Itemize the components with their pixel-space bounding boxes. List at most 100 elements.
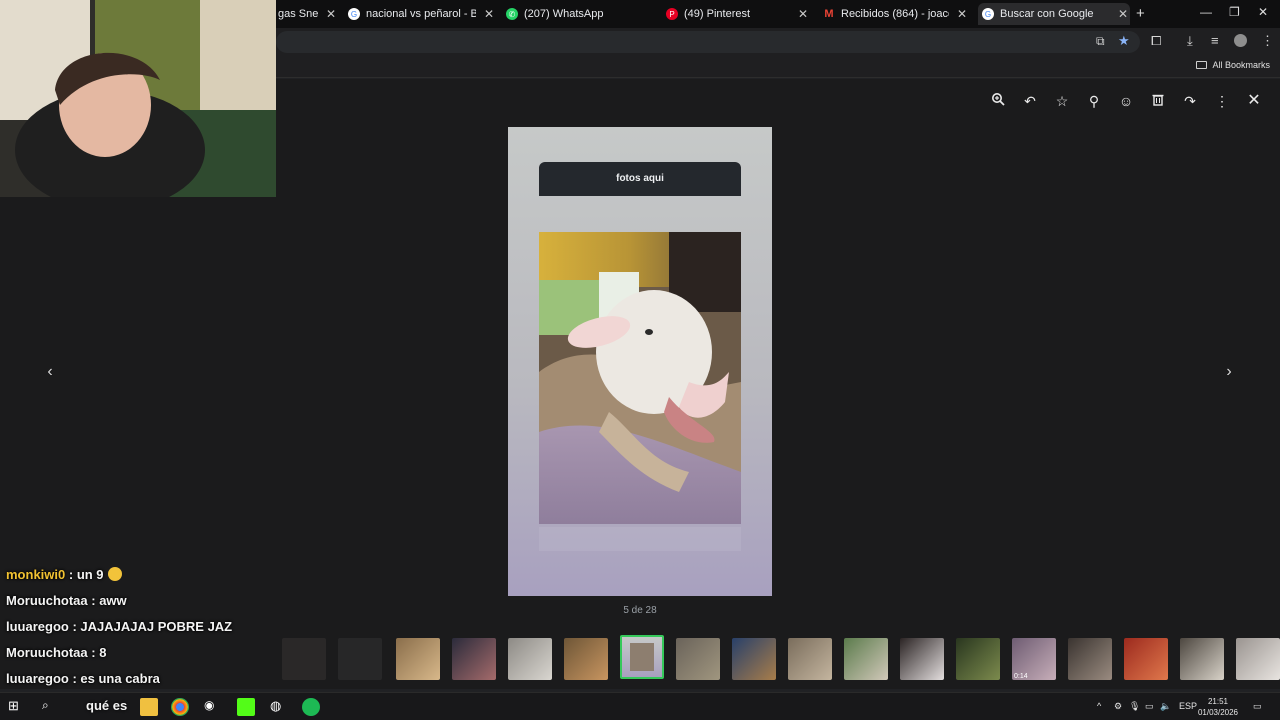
thumbnail[interactable] [900,638,944,680]
windows-taskbar: ⊞ ⌕ qué es ◉ ◍ ^ ⚙ 🎙 ▭ 🔈 ESP 21:51 01/03… [0,692,1280,720]
lamb-photo [539,232,741,524]
menu-icon[interactable]: ⋮ [1261,33,1274,49]
close-tab-icon[interactable]: ✕ [955,7,969,21]
bookmark-star-icon[interactable]: ★ [1118,33,1130,49]
store-icon[interactable] [140,698,158,716]
chat-message: Moruuchotaa : 8 [6,645,107,660]
thumbnail[interactable] [956,638,1000,680]
chat-username: luuaregoo [6,671,69,686]
minimize-icon[interactable]: — [1200,5,1212,19]
pin-icon[interactable]: ⚲ [1084,91,1104,111]
delete-icon[interactable] [1148,91,1168,111]
previous-arrow-icon[interactable]: ‹ [40,362,60,382]
tab-google-search[interactable]: G nacional vs peñarol - Buscar co ✕ [348,3,496,25]
chrome-icon[interactable] [171,698,189,716]
tab-pinterest[interactable]: P (49) Pinterest ✕ [666,3,810,25]
next-arrow-icon[interactable]: › [1219,362,1239,382]
close-tab-icon[interactable]: ✕ [796,7,810,21]
thumbnail[interactable] [732,638,776,680]
chat-message: Moruuchotaa : aww [6,593,127,608]
all-bookmarks-button[interactable]: All Bookmarks [1196,60,1270,70]
tray-overflow-icon[interactable]: ^ [1097,701,1101,711]
chat-text: es una cabra [80,671,160,686]
google-icon: G [348,8,360,20]
new-tab-button[interactable]: + [1136,5,1145,22]
obs-icon[interactable]: ◍ [270,698,288,716]
thumbnail[interactable] [396,638,440,680]
tab-title: Buscar con Google [1000,8,1094,20]
stream-chat: monkiwi0 : un 9 Moruuchotaa : aww luuare… [6,566,326,696]
pinterest-icon: P [666,8,678,20]
network-icon[interactable]: ▭ [1145,701,1154,712]
close-tab-icon[interactable]: ✕ [324,7,338,21]
thumbnail[interactable] [1236,638,1280,680]
discord-icon[interactable]: ◉ [204,698,222,716]
gmail-icon: M [824,8,834,20]
notifications-icon[interactable]: ▭ [1253,701,1262,712]
tab-title: Recibidos (864) - joacofagu25@ [841,8,949,20]
more-icon[interactable]: ⋮ [1212,91,1232,111]
system-clock[interactable]: 21:51 01/03/2026 [1198,696,1238,718]
chat-message: luuaregoo : JAJAJAJAJ POBRE JAZ [6,619,233,634]
forward-icon[interactable]: ↷ [1180,91,1200,111]
kick-icon[interactable] [237,698,255,716]
thumbnail[interactable] [676,638,720,680]
thumbnail[interactable] [788,638,832,680]
thumbnail[interactable] [452,638,496,680]
thumbnail-video[interactable]: 0:14 [1012,638,1056,680]
webcam-overlay [0,0,276,197]
thumbnail[interactable] [1180,638,1224,680]
media-control-icon[interactable]: ≡ [1211,33,1219,48]
tab-sneakers[interactable]: gas Sneaker ✕ [278,3,338,25]
tab-google-active[interactable]: G Buscar con Google ✕ [978,3,1130,25]
tab-title: nacional vs peñarol - Buscar co [366,8,476,20]
thumbnail[interactable] [564,638,608,680]
spotify-icon[interactable] [302,698,320,716]
close-tab-icon[interactable]: ✕ [1116,7,1130,21]
main-photo: fotos aqui [508,127,772,596]
google-icon: G [982,8,994,20]
windows-start-icon[interactable]: ⊞ [8,698,26,716]
address-bar[interactable]: ⧉ ★ [276,31,1140,53]
photo-caption-area [539,527,741,551]
video-duration: 0:14 [1014,673,1028,680]
download-icon[interactable]: ⤓ [1187,33,1193,49]
restore-icon[interactable]: ❐ [1229,5,1240,19]
chat-username: Moruuchotaa [6,593,88,608]
all-bookmarks-label: All Bookmarks [1212,60,1270,70]
thumbnail[interactable] [338,638,382,680]
thumbnail[interactable] [508,638,552,680]
thumbnail-selected[interactable] [620,635,664,679]
star-icon[interactable]: ☆ [1052,91,1072,111]
screen: gas Sneaker ✕ G nacional vs peñarol - Bu… [0,0,1280,720]
emoji-icon [107,567,122,581]
close-viewer-icon[interactable]: ✕ [1244,91,1264,111]
cast-icon[interactable]: ⧉ [1096,34,1105,49]
clock-time: 21:51 [1207,697,1228,706]
tab-gmail[interactable]: M Recibidos (864) - joacofagu25@ ✕ [823,3,969,25]
chat-username: monkiwi0 [6,567,66,582]
overlay-text: qué es [86,698,128,713]
thumbnail[interactable] [1068,638,1112,680]
thumbnail[interactable] [844,638,888,680]
chat-text: aww [99,593,127,608]
photo-title: fotos aqui [539,162,741,196]
emoji-icon[interactable]: ☺ [1116,91,1136,111]
chat-message: monkiwi0 : un 9 [6,566,326,592]
tray-app-icon[interactable]: ⚙ [1114,701,1122,712]
thumbnail-preview [630,643,654,671]
extensions-icon[interactable]: ⧠ [1151,33,1161,49]
close-tab-icon[interactable]: ✕ [482,7,496,21]
reply-icon[interactable]: ↶ [1020,91,1040,111]
chat-text: un 9 [76,567,104,582]
close-window-icon[interactable]: ✕ [1258,5,1268,19]
chat-text: 8 [99,645,107,660]
zoom-in-icon[interactable] [988,91,1008,111]
thumbnail[interactable] [1124,638,1168,680]
profile-avatar[interactable] [1234,34,1247,47]
volume-icon[interactable]: 🔈 [1160,701,1171,712]
thumbnail-strip: 0:14 [282,634,1280,682]
language-indicator[interactable]: ESP [1179,701,1197,711]
search-icon[interactable]: ⌕ [42,698,60,716]
microphone-icon[interactable]: 🎙 [1129,701,1140,712]
